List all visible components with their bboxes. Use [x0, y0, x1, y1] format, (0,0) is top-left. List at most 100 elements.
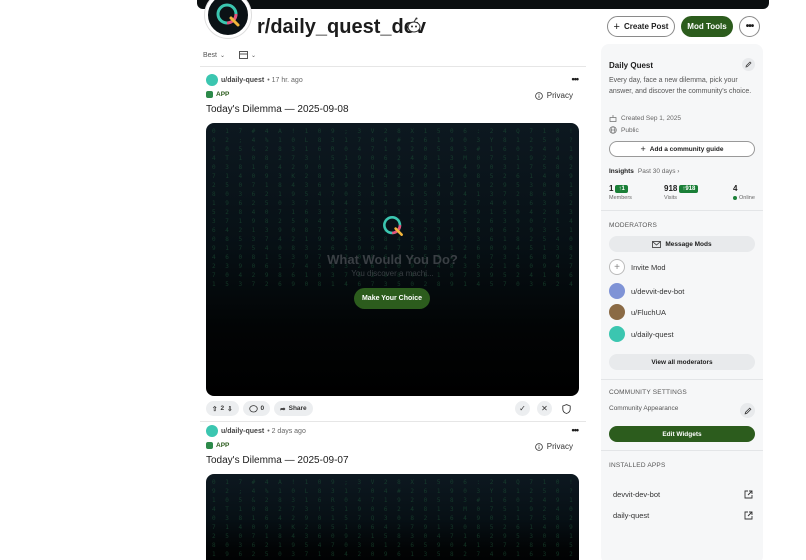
cake-icon	[609, 115, 617, 122]
members-delta: 1	[621, 185, 625, 192]
comment-count: 0	[260, 405, 265, 412]
post-author[interactable]: u/daily-quest	[221, 77, 264, 84]
make-choice-button[interactable]: Make Your Choice	[354, 288, 430, 309]
online-label: Online	[739, 195, 755, 201]
members-stat: 1 ↑1 Members	[609, 184, 632, 201]
post-card[interactable]: u/daily-quest • 17 hr. ago ••• APP Priva…	[200, 74, 586, 424]
community-banner	[197, 0, 769, 9]
matrix-background: 0 1 7 # 4 A ! 1 0 9 ; 3 V 2 8 X 1 5 0 6 …	[212, 479, 576, 558]
create-post-button[interactable]: + Create Post	[607, 16, 675, 37]
sort-dropdown[interactable]: Best ⌄	[203, 52, 225, 59]
insights-label: Insights	[609, 168, 634, 175]
comment-icon	[248, 404, 258, 412]
edit-icon[interactable]	[742, 58, 755, 71]
vote-control[interactable]: ⇧ 2 ⇩	[206, 401, 239, 416]
avatar[interactable]	[206, 74, 218, 86]
daily-quest-logo-icon	[383, 216, 403, 236]
moderator-item[interactable]: u/devvit-dev-bot	[609, 283, 684, 299]
app-name: devvit-dev-bot	[613, 490, 661, 499]
share-button[interactable]: ➦ Share	[274, 401, 313, 416]
more-options-button[interactable]: •••	[739, 16, 760, 37]
dilemma-heading: What Would You Do?	[327, 252, 458, 267]
insights-period: Past 30 days ›	[637, 168, 680, 175]
message-mods-button[interactable]: Message Mods	[609, 236, 755, 252]
post-actions: ⇧ 2 ⇩ 0 ➦ Share	[206, 401, 313, 416]
insights-header[interactable]: Insights Past 30 days ›	[609, 168, 679, 175]
external-link-icon[interactable]	[744, 490, 753, 499]
post-title[interactable]: Today's Dilemma — 2025-09-08	[206, 104, 349, 115]
moderator-name: u/devvit-dev-bot	[631, 286, 685, 296]
vote-count: 2	[220, 405, 225, 412]
post-overflow-button[interactable]: •••	[572, 425, 580, 435]
left-gutter	[0, 0, 197, 560]
remove-icon[interactable]: ✕	[537, 401, 552, 416]
post-meta: u/daily-quest • 2 days ago	[206, 425, 306, 437]
chevron-down-icon: ⌄	[220, 52, 226, 59]
app-badge: APP	[206, 442, 229, 449]
community-appearance-label: Community Appearance	[609, 405, 679, 412]
edit-appearance-icon[interactable]	[740, 403, 755, 418]
post-card[interactable]: u/daily-quest • 2 days ago ••• APP Priva…	[200, 425, 586, 560]
visits-label: Visits	[664, 195, 678, 201]
privacy-button[interactable]: Privacy	[534, 91, 573, 100]
avatar[interactable]	[206, 425, 218, 437]
visits-delta-badge: ↑918	[679, 184, 699, 193]
mail-icon	[652, 240, 662, 248]
view-all-moderators-button[interactable]: View all moderators	[609, 354, 755, 370]
mod-actions: ✓ ✕	[515, 401, 574, 416]
create-post-label: Create Post	[623, 22, 669, 31]
app-embed[interactable]: 0 1 7 # 4 A ! 1 0 9 ; 3 V 2 8 X 1 5 0 6 …	[206, 123, 579, 396]
community-description: Every day, face a new dilemma, pick your…	[609, 77, 752, 95]
created-date: Created Sep 1, 2025	[609, 114, 681, 122]
upvote-icon[interactable]: ⇧	[212, 405, 217, 413]
members-label: Members	[609, 195, 632, 201]
share-label: Share	[288, 405, 307, 412]
post-overflow-button[interactable]: •••	[572, 74, 580, 84]
post-title[interactable]: Today's Dilemma — 2025-09-07	[206, 455, 349, 466]
avatar	[609, 326, 625, 342]
privacy-label: Privacy	[546, 91, 573, 100]
visits-count: 918	[664, 184, 678, 193]
installed-app-item[interactable]: devvit-dev-bot	[613, 490, 753, 499]
add-guide-label: Add a community guide	[649, 145, 724, 153]
divider	[601, 450, 763, 451]
post-author[interactable]: u/daily-quest	[221, 428, 264, 435]
app-icon	[206, 442, 213, 449]
mod-tools-button[interactable]: Mod Tools	[681, 16, 733, 37]
dilemma-teaser: You discover a machi...	[351, 269, 434, 278]
avatar	[609, 283, 625, 299]
invite-mod-button[interactable]: + Invite Mod	[609, 259, 666, 275]
moderators-heading: MODERATORS	[609, 222, 657, 229]
app-badge-label: APP	[216, 91, 230, 98]
visits-stat: 918 ↑918 Visits	[664, 184, 699, 201]
post-age: • 2 days ago	[267, 427, 306, 435]
installed-apps-heading: INSTALLED APPS	[609, 462, 666, 469]
moderator-item[interactable]: u/FluchUA	[609, 304, 666, 320]
visibility: Public	[609, 126, 639, 134]
shield-icon[interactable]	[559, 401, 574, 416]
visibility-label: Public	[621, 126, 639, 134]
divider	[200, 421, 586, 422]
moderator-item[interactable]: u/daily-quest	[609, 326, 674, 342]
community-avatar	[205, 0, 251, 38]
view-dropdown[interactable]: ⌄	[239, 51, 256, 59]
installed-app-item[interactable]: daily-quest	[613, 511, 753, 520]
app-badge: APP	[206, 91, 229, 98]
divider	[601, 210, 763, 211]
downvote-icon[interactable]: ⇩	[227, 405, 232, 413]
community-settings-heading: COMMUNITY SETTINGS	[609, 389, 687, 396]
app-icon	[206, 91, 213, 98]
card-view-icon	[239, 51, 249, 59]
add-community-guide-button[interactable]: + Add a community guide	[609, 141, 755, 157]
plus-icon: +	[640, 144, 646, 154]
edit-widgets-button[interactable]: Edit Widgets	[609, 426, 755, 442]
approve-icon[interactable]: ✓	[515, 401, 530, 416]
plus-icon: +	[613, 20, 620, 33]
privacy-button[interactable]: Privacy	[534, 442, 573, 451]
divider	[601, 379, 763, 380]
comments-button[interactable]: 0	[242, 401, 271, 416]
avatar	[609, 304, 625, 320]
app-badge-label: APP	[216, 442, 230, 449]
app-embed[interactable]: 0 1 7 # 4 A ! 1 0 9 ; 3 V 2 8 X 1 5 0 6 …	[206, 474, 579, 560]
external-link-icon[interactable]	[744, 511, 753, 520]
